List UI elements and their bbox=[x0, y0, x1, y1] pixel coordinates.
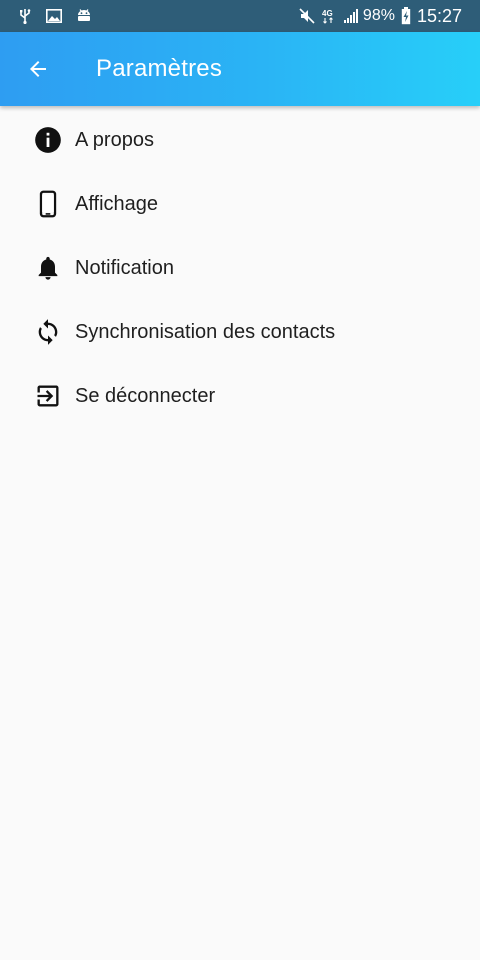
settings-item-label: Synchronisation des contacts bbox=[75, 320, 336, 343]
network-badge: 4G bbox=[322, 9, 333, 18]
settings-item-label: Se déconnecter bbox=[75, 384, 216, 407]
settings-item-display[interactable]: Affichage bbox=[0, 172, 480, 236]
battery-charging-icon bbox=[401, 7, 411, 25]
bell-icon bbox=[34, 254, 62, 282]
info-icon bbox=[34, 126, 62, 154]
sync-icon bbox=[34, 318, 62, 346]
app-bar: Paramètres bbox=[0, 32, 480, 106]
settings-item-label: Affichage bbox=[75, 192, 159, 215]
arrow-back-icon bbox=[30, 61, 46, 77]
settings-item-label: A propos bbox=[75, 128, 154, 151]
settings-item-notification[interactable]: Notification bbox=[0, 236, 480, 300]
back-button[interactable] bbox=[22, 53, 54, 85]
android-icon bbox=[76, 9, 92, 23]
status-bar: 4G 98% 15:27 bbox=[0, 0, 480, 32]
settings-item-logout[interactable]: Se déconnecter bbox=[0, 364, 480, 428]
phone-icon bbox=[34, 190, 62, 218]
image-icon bbox=[46, 9, 62, 23]
settings-item-sync-contacts[interactable]: Synchronisation des contacts bbox=[0, 300, 480, 364]
battery-percent: 98% bbox=[362, 7, 395, 24]
signal-icon bbox=[343, 8, 359, 24]
status-bar-right: 4G 98% 15:27 bbox=[293, 6, 462, 27]
mute-icon bbox=[299, 8, 315, 24]
page-title: Paramètres bbox=[96, 55, 223, 82]
usb-icon bbox=[18, 8, 32, 24]
logout-icon bbox=[34, 382, 62, 410]
status-bar-left bbox=[18, 8, 106, 24]
settings-list: A propos Affichage Notification Synchron… bbox=[0, 108, 480, 428]
settings-item-about[interactable]: A propos bbox=[0, 108, 480, 172]
4g-icon: 4G bbox=[321, 8, 337, 24]
clock: 15:27 bbox=[416, 5, 462, 26]
settings-item-label: Notification bbox=[75, 256, 174, 279]
